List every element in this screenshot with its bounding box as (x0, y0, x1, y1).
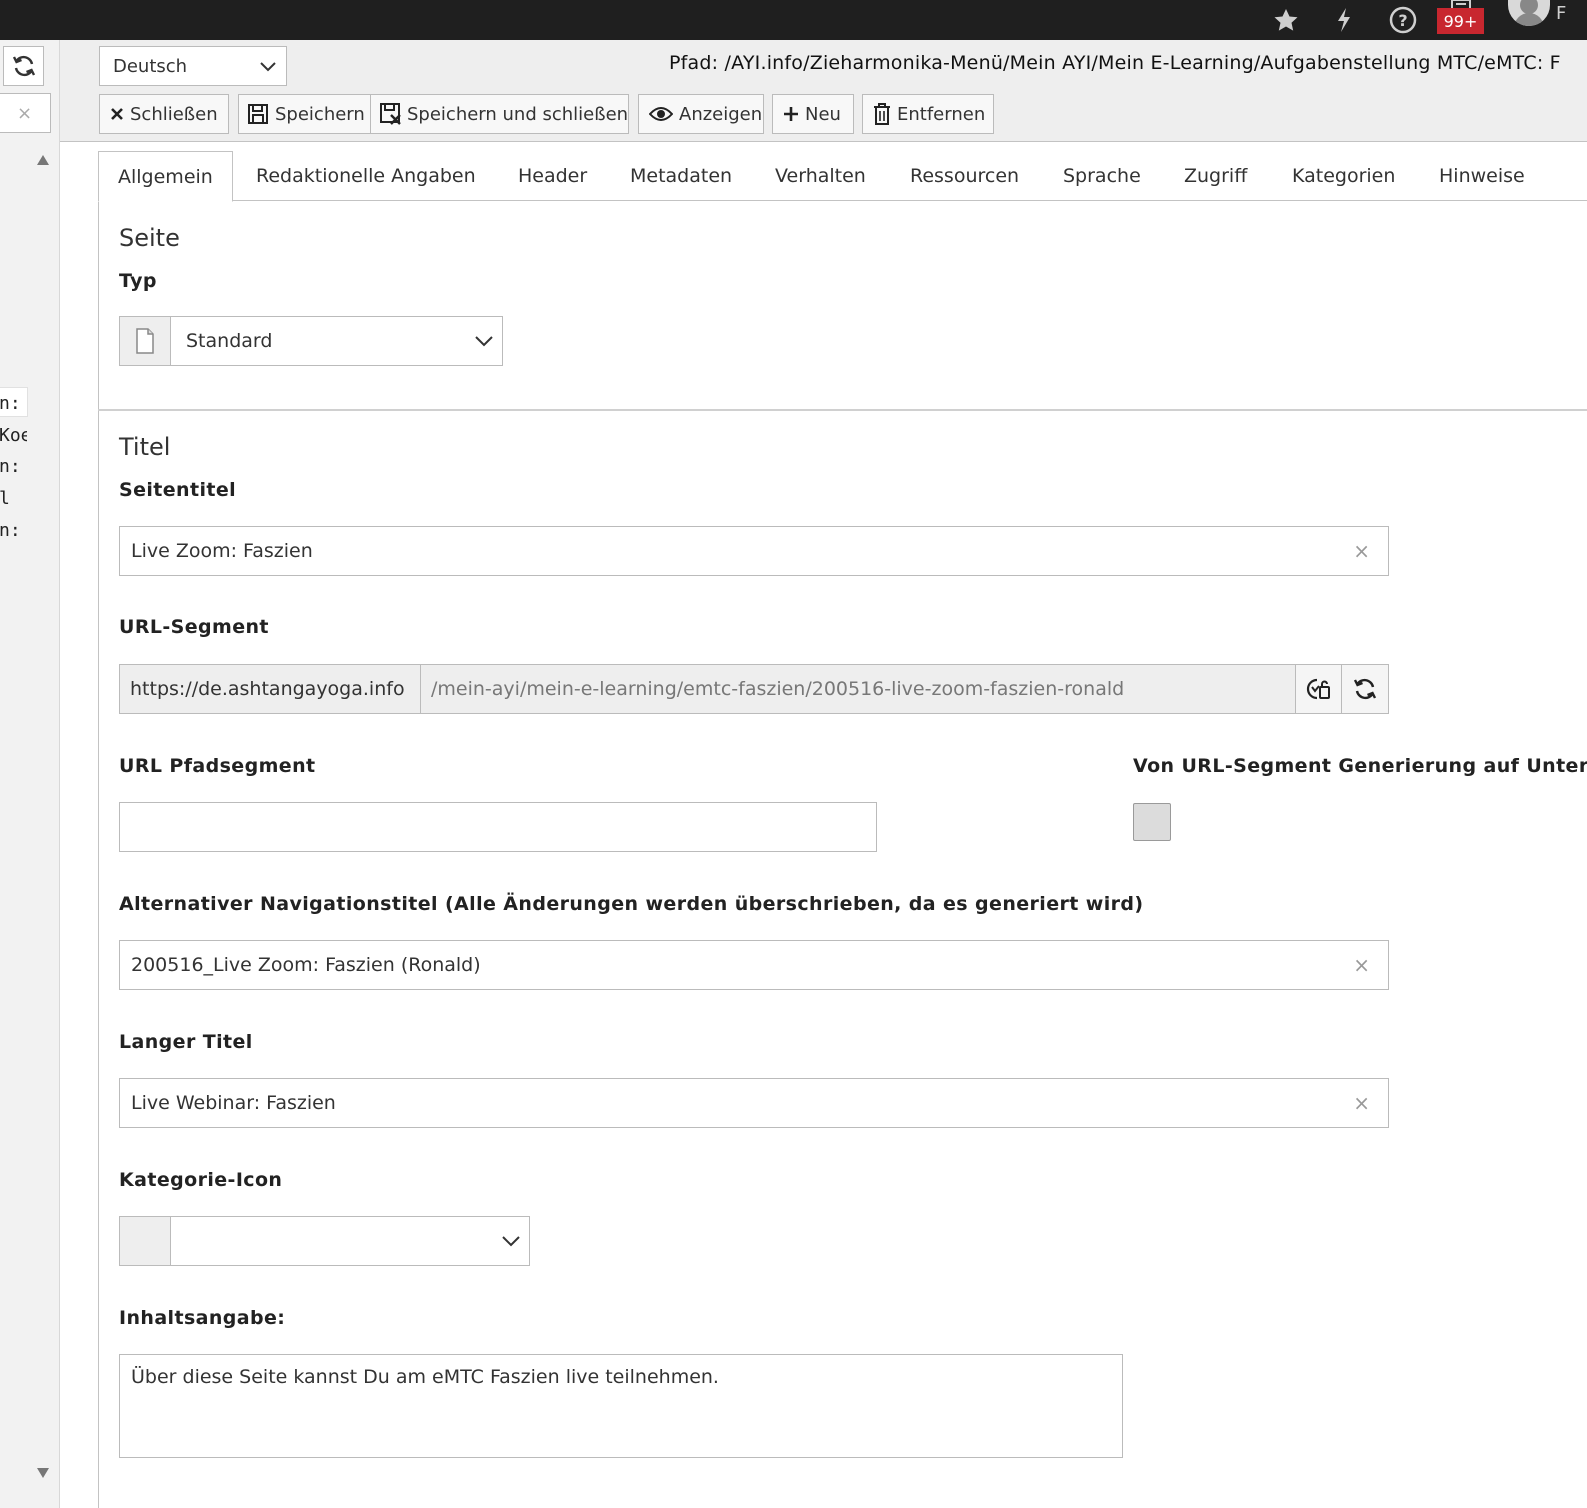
tab-header[interactable]: Header (518, 151, 587, 201)
save-button[interactable]: Speichern (238, 94, 371, 134)
section-divider (98, 409, 1587, 411)
refresh-icon (1353, 678, 1377, 700)
tree-item[interactable]: l (0, 486, 27, 512)
save-and-close-label: Speichern und schließen (407, 103, 629, 125)
eye-icon (649, 106, 673, 122)
page-tree-panel: × n: F Koe n: F l n: A (0, 40, 60, 1508)
tab-sprache[interactable]: Sprache (1063, 151, 1141, 201)
edit-form (98, 201, 1587, 1508)
help-icon[interactable]: ? (1387, 0, 1419, 40)
svg-text:?: ? (1398, 11, 1407, 30)
category-icon-preview (119, 1216, 171, 1266)
url-toggle-edit-button[interactable] (1295, 664, 1342, 714)
tree-item[interactable]: n: A (0, 518, 27, 544)
nav-title-input[interactable]: 200516_Live Zoom: Faszien (Ronald) × (119, 940, 1389, 990)
language-select-value: Deutsch (113, 55, 188, 77)
url-recalculate-button[interactable] (1341, 664, 1389, 714)
abstract-textarea[interactable]: Über diese Seite kannst Du am eMTC Faszi… (119, 1354, 1123, 1458)
exclude-subpages-checkbox[interactable] (1133, 803, 1171, 841)
tab-ressourcen[interactable]: Ressourcen (910, 151, 1019, 201)
tree-item[interactable]: n: F (0, 454, 27, 480)
close-button[interactable]: Schließen (99, 94, 229, 134)
path-value: /AYI.info/Zieharmonika-Menü/Mein AYI/Mei… (724, 52, 1561, 74)
save-icon (247, 103, 269, 125)
nav-title-value: 200516_Live Zoom: Faszien (Ronald) (131, 954, 481, 976)
abstract-value: Über diese Seite kannst Du am eMTC Faszi… (131, 1366, 719, 1388)
user-name[interactable]: F (1556, 0, 1587, 26)
tab-kategorien[interactable]: Kategorien (1292, 151, 1395, 201)
category-icon-select[interactable] (170, 1216, 530, 1266)
tab-metadaten[interactable]: Metadaten (630, 151, 732, 201)
tab-verhalten[interactable]: Verhalten (775, 151, 866, 201)
page-type-icon (119, 316, 171, 366)
nav-title-label: Alternativer Navigationstitel (Alle Ände… (119, 893, 1144, 915)
long-title-value: Live Webinar: Faszien (131, 1092, 336, 1114)
exclude-subpages-label: Von URL-Segment Generierung auf Unter (1133, 755, 1587, 777)
abstract-label: Inhaltsangabe: (119, 1307, 286, 1329)
notification-badge: 99+ (1437, 8, 1484, 34)
close-button-label: Schließen (130, 103, 218, 125)
save-close-icon (379, 102, 403, 126)
tab-redaktionelle-angaben[interactable]: Redaktionelle Angaben (256, 151, 476, 201)
url-segment-field[interactable]: /mein-ayi/mein-e-learning/emtc-faszien/2… (420, 664, 1296, 714)
delete-button-label: Entfernen (897, 103, 986, 125)
close-icon (110, 107, 124, 121)
plus-icon (783, 106, 799, 122)
language-select[interactable]: Deutsch (99, 46, 287, 86)
tab-zugriff[interactable]: Zugriff (1184, 151, 1247, 201)
type-label: Typ (119, 270, 157, 292)
url-path-label: URL Pfadsegment (119, 755, 316, 777)
chevron-down-icon (502, 1236, 520, 1247)
clear-icon[interactable]: × (1353, 953, 1370, 977)
path-label: Pfad: (669, 52, 719, 74)
long-title-label: Langer Titel (119, 1031, 253, 1053)
doc-header: Deutsch Pfad: /AYI.info/Zieharmonika-Men… (60, 40, 1587, 142)
tree-filter-clear[interactable]: × (0, 93, 51, 133)
url-prefix: https://de.ashtangayoga.info (119, 664, 421, 714)
tree-item[interactable]: Koe (0, 423, 27, 449)
view-button[interactable]: Anzeigen (638, 94, 764, 134)
chevron-down-icon (475, 336, 493, 347)
trash-icon (873, 103, 891, 125)
save-and-close-button[interactable]: Speichern und schließen (370, 94, 629, 134)
top-toolbar: ? 99+ F (0, 0, 1587, 40)
tab-allgemein[interactable]: Allgemein (98, 151, 233, 202)
bolt-icon[interactable] (1330, 0, 1358, 40)
form-tabs: Allgemein Redaktionelle Angaben Header M… (98, 151, 1587, 202)
page-title-value: Live Zoom: Faszien (131, 540, 313, 562)
url-segment-label: URL-Segment (119, 616, 269, 638)
category-icon-label: Kategorie-Icon (119, 1169, 283, 1191)
view-button-label: Anzeigen (679, 103, 763, 125)
record-path: Pfad: /AYI.info/Zieharmonika-Menü/Mein A… (669, 52, 1561, 74)
tab-hinweise[interactable]: Hinweise (1439, 151, 1525, 201)
clear-icon[interactable]: × (1353, 1091, 1370, 1115)
section-title-seite: Seite (119, 224, 180, 252)
tree-refresh-button[interactable] (3, 46, 44, 86)
tree-item[interactable]: n: F (0, 391, 27, 417)
user-avatar[interactable] (1508, 0, 1550, 26)
page-type-value: Standard (186, 330, 273, 352)
scroll-down-icon[interactable] (36, 1467, 50, 1479)
lock-toggle-icon (1306, 678, 1330, 700)
page-title-label: Seitentitel (119, 479, 237, 501)
delete-button[interactable]: Entfernen (862, 94, 994, 134)
clear-icon[interactable]: × (1353, 539, 1370, 563)
scroll-up-icon[interactable] (36, 154, 50, 166)
new-button[interactable]: Neu (772, 94, 854, 134)
chevron-down-icon (260, 62, 276, 72)
star-icon[interactable] (1270, 0, 1302, 40)
long-title-input[interactable]: Live Webinar: Faszien × (119, 1078, 1389, 1128)
save-button-label: Speichern (275, 103, 365, 125)
url-path-input[interactable] (119, 802, 877, 852)
section-title-titel: Titel (119, 433, 171, 461)
new-button-label: Neu (805, 103, 841, 125)
page-title-input[interactable]: Live Zoom: Faszien × (119, 526, 1389, 576)
page-type-select[interactable]: Standard (170, 316, 503, 366)
